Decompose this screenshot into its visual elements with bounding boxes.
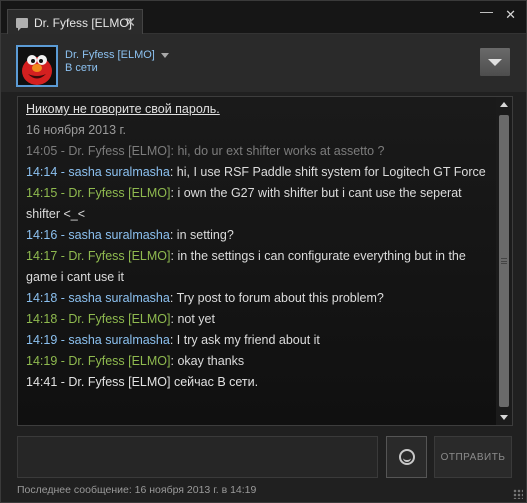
scroll-thumb[interactable] xyxy=(499,115,509,407)
chat-bubble-icon xyxy=(16,17,28,31)
message-sender[interactable]: Dr. Fyfess [ELMO] xyxy=(68,249,170,263)
message-header[interactable]: 14:16 - sasha suralmasha xyxy=(26,228,170,242)
scroll-down-icon[interactable] xyxy=(500,415,508,420)
user-status: В сети xyxy=(65,62,98,74)
message-text: Try post to forum about this problem? xyxy=(176,291,384,305)
message-sender[interactable]: sasha suralmasha xyxy=(68,291,169,305)
message-time: 14:18 xyxy=(26,291,58,305)
message-text: in setting? xyxy=(176,228,234,242)
tab-title: Dr. Fyfess [ELMO] xyxy=(34,15,133,30)
chat-window: Dr. Fyfess [ELMO] ✕ — ✕ Dr. Fyfess [ELMO… xyxy=(0,0,527,503)
message-time: 14:19 xyxy=(26,333,58,347)
user-name[interactable]: Dr. Fyfess [ELMO] xyxy=(65,49,155,61)
scroll-up-icon[interactable] xyxy=(500,102,508,107)
tab-bar: Dr. Fyfess [ELMO] ✕ — ✕ xyxy=(1,1,526,35)
message-text: not yet xyxy=(177,312,215,326)
date-separator: 16 ноября 2013 г. xyxy=(26,123,126,137)
chat-log[interactable]: Никому не говорите свой пароль. 16 ноябр… xyxy=(17,96,513,426)
message-text: I try ask my friend about it xyxy=(176,333,320,347)
chat-message: 14:19 - Dr. Fyfess [ELMO]: okay thanks xyxy=(26,354,245,368)
message-time: 14:14 xyxy=(26,165,58,179)
chat-message: 14:16 - sasha suralmasha: in setting? xyxy=(26,228,234,242)
scrollbar[interactable] xyxy=(496,97,512,425)
chat-message: 14:19 - sasha suralmasha: I try ask my f… xyxy=(26,333,320,347)
message-sender[interactable]: Dr. Fyfess [ELMO] xyxy=(68,312,170,326)
send-button[interactable]: ОТПРАВИТЬ xyxy=(434,436,512,478)
message-time: 14:17 xyxy=(26,249,58,263)
message-header[interactable]: 14:17 - Dr. Fyfess [ELMO] xyxy=(26,249,171,263)
message-text: okay thanks xyxy=(177,354,245,368)
security-notice[interactable]: Никому не говорите свой пароль. xyxy=(26,99,488,120)
message-list: 14:05 - Dr. Fyfess [ELMO]: hi, do ur ext… xyxy=(26,141,488,372)
chevron-down-icon[interactable] xyxy=(160,52,169,58)
chat-header: Dr. Fyfess [ELMO] В сети xyxy=(1,34,526,92)
chat-message: 14:18 - Dr. Fyfess [ELMO]: not yet xyxy=(26,312,215,326)
message-header[interactable]: 14:15 - Dr. Fyfess [ELMO] xyxy=(26,186,171,200)
last-message-info: Последнее сообщение: 16 ноября 2013 г. в… xyxy=(17,484,257,496)
window-close-button[interactable]: ✕ xyxy=(505,7,516,23)
message-time: 14:18 xyxy=(26,312,58,326)
emoticon-button[interactable] xyxy=(386,436,427,478)
message-input[interactable] xyxy=(17,436,378,478)
message-header[interactable]: 14:19 - sasha suralmasha xyxy=(26,333,170,347)
message-header[interactable]: 14:18 - Dr. Fyfess [ELMO] xyxy=(26,312,171,326)
message-sender[interactable]: sasha suralmasha xyxy=(68,165,169,179)
message-sender[interactable]: Dr. Fyfess [ELMO] xyxy=(68,354,170,368)
message-time: 14:16 xyxy=(26,228,58,242)
message-sender[interactable]: Dr. Fyfess [ELMO] xyxy=(68,186,170,200)
chat-messages: Никому не говорите свой пароль. 16 ноябр… xyxy=(18,97,496,425)
user-name-row[interactable]: Dr. Fyfess [ELMO] xyxy=(65,49,169,61)
chat-message: 14:14 - sasha suralmasha: hi, I use RSF … xyxy=(26,165,486,179)
dropdown-arrow-icon xyxy=(488,58,502,66)
message-text: hi, do ur ext shifter works at assetto ? xyxy=(177,144,385,158)
chat-message: 14:18 - sasha suralmasha: Try post to fo… xyxy=(26,291,384,305)
tab-close-icon[interactable]: ✕ xyxy=(124,14,136,31)
chat-message: 14:05 - Dr. Fyfess [ELMO]: hi, do ur ext… xyxy=(26,144,385,158)
message-header[interactable]: 14:18 - sasha suralmasha xyxy=(26,291,170,305)
minimize-button[interactable]: — xyxy=(480,4,493,19)
tab-chat[interactable]: Dr. Fyfess [ELMO] ✕ xyxy=(7,9,143,35)
elmo-avatar-image xyxy=(18,47,56,85)
chat-menu-button[interactable] xyxy=(479,47,511,77)
message-text: Dr. Fyfess [ELMO] сейчас В сети. xyxy=(68,375,259,389)
message-sender[interactable]: Dr. Fyfess [ELMO] xyxy=(68,144,170,158)
message-time: 14:05 xyxy=(26,144,58,158)
smiley-icon xyxy=(398,449,415,465)
chat-message: 14:17 - Dr. Fyfess [ELMO]: in the settin… xyxy=(26,249,466,284)
system-message: 14:41 - Dr. Fyfess [ELMO] сейчас В сети. xyxy=(26,375,259,389)
message-sender[interactable]: sasha suralmasha xyxy=(68,228,169,242)
message-header[interactable]: 14:19 - Dr. Fyfess [ELMO] xyxy=(26,354,171,368)
message-time: 14:41 xyxy=(26,375,58,389)
chat-message: 14:15 - Dr. Fyfess [ELMO]: i own the G27… xyxy=(26,186,462,221)
message-sender[interactable]: sasha suralmasha xyxy=(68,333,169,347)
resize-grip-icon[interactable] xyxy=(513,489,523,499)
message-time: 14:15 xyxy=(26,186,58,200)
message-header[interactable]: 14:14 - sasha suralmasha xyxy=(26,165,170,179)
message-header[interactable]: 14:05 - Dr. Fyfess [ELMO] xyxy=(26,144,171,158)
message-text: hi, I use RSF Paddle shift system for Lo… xyxy=(176,165,486,179)
grip-icon xyxy=(501,258,507,264)
avatar[interactable] xyxy=(16,45,58,87)
message-time: 14:19 xyxy=(26,354,58,368)
